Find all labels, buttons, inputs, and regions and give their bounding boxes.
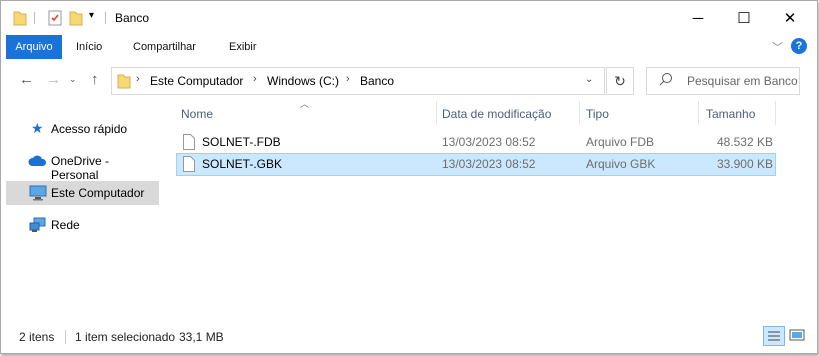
status-item-count: 2 itens	[19, 330, 55, 344]
tab-compartilhar[interactable]: Compartilhar	[133, 35, 196, 59]
address-row: ← → ⌄ ↑ › Este Computador › Windows (C:)…	[1, 61, 817, 99]
file-type: Arquivo GBK	[586, 157, 656, 171]
search-box[interactable]: Pesquisar em Banco	[646, 67, 800, 95]
refresh-button[interactable]: ↻	[606, 67, 634, 95]
large-icons-view-icon	[789, 329, 805, 341]
file-row[interactable]: SOLNET-.GBK 13/03/2023 08:52 Arquivo GBK…	[176, 153, 776, 176]
column-header-date[interactable]: Data de modificação	[442, 107, 551, 121]
breadcrumb-este-computador[interactable]: Este Computador	[150, 74, 243, 88]
nav-item-label: Este Computador	[51, 186, 145, 200]
address-bar[interactable]: › Este Computador › Windows (C:) › Banco…	[111, 67, 605, 95]
help-icon[interactable]: ?	[791, 38, 807, 54]
folder-icon	[13, 10, 27, 29]
column-divider[interactable]	[775, 101, 776, 125]
minimize-button[interactable]: ─	[675, 1, 721, 35]
breadcrumb-banco[interactable]: Banco	[360, 74, 394, 88]
chevron-right-icon[interactable]: ›	[346, 73, 350, 85]
nav-item-label: Rede	[51, 218, 80, 232]
column-header-name[interactable]: Nome	[181, 107, 213, 121]
cloud-icon	[28, 154, 48, 171]
recent-locations-icon[interactable]: ⌄	[69, 74, 77, 85]
window-title: Banco	[115, 11, 150, 25]
status-selection: 1 item selecionado	[75, 330, 176, 344]
file-type: Arquivo FDB	[586, 135, 655, 149]
tab-inicio[interactable]: Início	[76, 35, 102, 59]
search-icon	[659, 72, 673, 89]
column-header-size[interactable]: Tamanho	[706, 107, 755, 121]
status-bar: 2 itens 1 item selecionado 33,1 MB	[1, 323, 817, 351]
forward-icon[interactable]: →	[46, 71, 61, 88]
nav-item-label: Acesso rápido	[51, 122, 128, 136]
nav-item-label: OneDrive - Personal	[51, 154, 110, 182]
sort-ascending-icon: ︿	[300, 99, 310, 109]
toolbar-separator	[105, 12, 106, 24]
file-name: SOLNET-.FDB	[202, 135, 281, 149]
file-name: SOLNET-.GBK	[202, 157, 283, 171]
navigation-pane: ★ Acesso rápido OneDrive - Personal Este…	[1, 101, 161, 319]
maximize-button[interactable]: ☐	[721, 1, 767, 35]
ribbon-tabs: Arquivo Início Compartilhar Exibir ﹀ ?	[1, 35, 817, 59]
file-list: ︿ Nome Data de modificação Tipo Tamanho …	[173, 99, 813, 319]
customize-toolbar-icon[interactable]: ▾	[89, 10, 94, 21]
file-row[interactable]: SOLNET-.FDB 13/03/2023 08:52 Arquivo FDB…	[177, 132, 775, 153]
column-divider[interactable]	[698, 101, 699, 125]
nav-item-acesso-rapido[interactable]: ★ Acesso rápido	[6, 117, 159, 141]
file-date: 13/03/2023 08:52	[442, 135, 536, 149]
details-view-button[interactable]	[763, 326, 785, 346]
nav-item-onedrive[interactable]: OneDrive - Personal	[6, 149, 159, 182]
address-dropdown-icon[interactable]: ⌄	[585, 74, 593, 85]
properties-icon[interactable]	[47, 10, 63, 29]
breadcrumb-windows-c[interactable]: Windows (C:)	[267, 74, 339, 88]
status-selection-size: 33,1 MB	[179, 330, 224, 344]
refresh-icon: ↻	[614, 72, 626, 89]
chevron-down-icon[interactable]: ﹀	[772, 39, 783, 55]
up-icon[interactable]: ↑	[91, 71, 99, 88]
back-icon[interactable]: ←	[19, 71, 34, 88]
details-view-icon	[768, 331, 780, 341]
nav-item-rede[interactable]: Rede	[6, 213, 159, 237]
chevron-right-icon[interactable]: ›	[253, 73, 257, 85]
large-icons-view-button[interactable]	[787, 326, 807, 344]
column-divider[interactable]	[436, 101, 437, 125]
file-date: 13/03/2023 08:52	[442, 157, 536, 171]
close-button[interactable]: ✕	[767, 1, 813, 35]
star-icon: ★	[31, 120, 44, 136]
folder-icon	[117, 73, 131, 92]
column-divider[interactable]	[579, 101, 580, 125]
file-icon	[183, 156, 195, 175]
network-icon	[29, 217, 47, 236]
title-bar: ▾ Banco ─ ☐ ✕	[1, 1, 817, 35]
new-folder-icon[interactable]	[69, 10, 83, 29]
explorer-window: ▾ Banco ─ ☐ ✕ Arquivo Início Compartilha…	[0, 0, 818, 354]
computer-icon	[29, 185, 47, 204]
column-header-type[interactable]: Tipo	[586, 107, 609, 121]
status-divider	[65, 330, 66, 344]
search-placeholder: Pesquisar em Banco	[687, 74, 798, 88]
file-size: 48.532 KB	[716, 135, 773, 149]
tab-exibir[interactable]: Exibir	[229, 35, 257, 59]
file-size: 33.900 KB	[716, 157, 773, 171]
file-icon	[183, 134, 195, 153]
nav-item-este-computador[interactable]: Este Computador	[6, 181, 159, 205]
chevron-right-icon[interactable]: ›	[136, 73, 140, 85]
tab-arquivo[interactable]: Arquivo	[6, 35, 62, 59]
toolbar-separator	[34, 12, 35, 24]
